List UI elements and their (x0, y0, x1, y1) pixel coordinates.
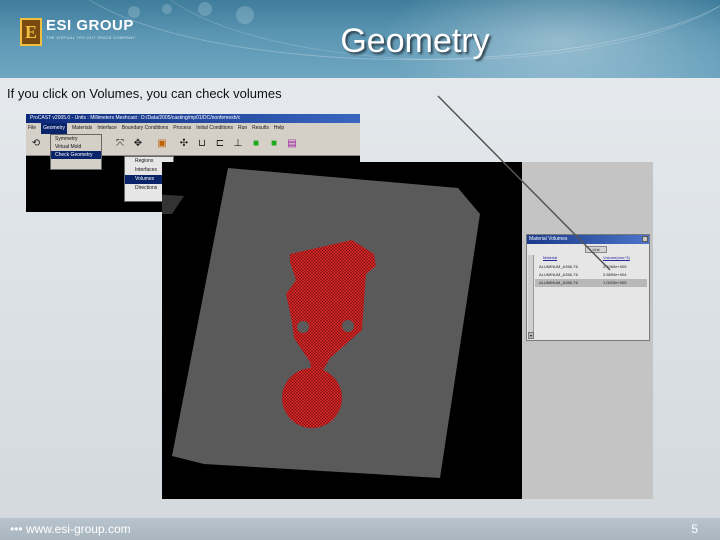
cell-volume: 1.0003e+005 (603, 280, 627, 285)
translate-icon[interactable]: ✣ (178, 138, 190, 150)
color-map-icon[interactable]: ▤ (286, 138, 298, 150)
menu-materials[interactable]: Materials (72, 123, 92, 134)
casting-hole (297, 321, 309, 333)
mold-shadow (162, 194, 184, 214)
unit-button[interactable]: Unit (585, 246, 607, 253)
app-menubar: File Geometry Materials Interface Bounda… (26, 123, 360, 134)
header-banner: E ESI GROUP THE VIRTUAL TRY-OUT SPACE CO… (0, 0, 720, 78)
footer-bar: ••• www.esi-group.com 5 (0, 518, 720, 540)
menu-process[interactable]: Process (173, 123, 191, 134)
instruction-text: If you click on Volumes, you can check v… (7, 86, 282, 101)
palette-icon[interactable]: ▣ (156, 138, 168, 150)
material-volumes-dialog: Material Volumes Unit Material Volume(mm… (526, 234, 650, 341)
scroll-down-icon[interactable]: ▾ (528, 332, 534, 339)
menu-file[interactable]: File (28, 123, 36, 134)
move-icon[interactable]: ✥ (132, 138, 144, 150)
menu-interface[interactable]: Interface (97, 123, 116, 134)
cell-volume: 2.1065e+005 (603, 264, 627, 269)
app-title-bar: ProCAST v2005.0 - Units : Millimeters Me… (26, 114, 360, 123)
menu-item-symmetry[interactable]: Symmetry (51, 135, 101, 143)
logo-tagline: THE VIRTUAL TRY-OUT SPACE COMPANY (46, 35, 136, 40)
menu-help[interactable]: Help (274, 123, 284, 134)
casting-hole (342, 320, 354, 332)
casting-mesh-sphere (282, 368, 342, 428)
menu-geometry[interactable]: Geometry (41, 123, 68, 134)
section-icon[interactable]: ⊏ (214, 138, 226, 150)
page-number: 5 (691, 522, 698, 536)
esi-logo[interactable]: E ESI GROUP THE VIRTUAL TRY-OUT SPACE CO… (20, 18, 135, 46)
menu-initial-conditions[interactable]: Initial Conditions (196, 123, 233, 134)
footer-url[interactable]: ••• www.esi-group.com (10, 522, 131, 536)
decorative-dot (236, 6, 254, 24)
menu-boundary-conditions[interactable]: Boundary Conditions (122, 123, 168, 134)
menu-item-virtual-mold[interactable]: Virtual Mold (51, 143, 101, 151)
clip-icon[interactable]: ⊔ (196, 138, 208, 150)
close-icon[interactable] (642, 236, 648, 242)
page-title: Geometry (340, 22, 490, 60)
vertical-scrollbar[interactable]: ▾ (528, 255, 534, 339)
cell-volume: 2.6893e+004 (603, 272, 627, 277)
column-header-volume: Volume(mm^3) (603, 255, 630, 260)
column-header-material: Material (543, 255, 558, 260)
solid-green-icon[interactable]: ■ (250, 138, 262, 150)
table-row-selected[interactable]: ALUMINUM_A356-T6 1.0003e+005 (535, 279, 647, 287)
rotate-icon[interactable]: ⟲ (30, 138, 42, 150)
cell-material: ALUMINUM_A356-T6 (539, 264, 578, 269)
solid-green-icon[interactable]: ■ (268, 138, 280, 150)
mesh-render (162, 168, 480, 478)
3d-viewport[interactable] (162, 162, 522, 499)
table-row[interactable]: ALUMINUM_A356-T6 2.6893e+004 (535, 271, 647, 279)
menu-results[interactable]: Results (252, 123, 269, 134)
menu-run[interactable]: Run (238, 123, 247, 134)
cell-material: ALUMINUM_A356-T6 (539, 272, 578, 277)
bullet-dots-icon: ••• (10, 522, 23, 536)
decorative-dot (162, 4, 172, 14)
esi-logo-icon: E (20, 18, 42, 46)
mesh-icon[interactable]: ⊥ (232, 138, 244, 150)
scale-icon[interactable]: ⤧ (114, 138, 126, 150)
dialog-title-bar: Material Volumes (527, 235, 649, 244)
table-row[interactable]: ALUMINUM_A356-T6 2.1065e+005 (535, 263, 647, 271)
dialog-title: Material Volumes (529, 236, 568, 242)
decorative-dot (198, 2, 212, 16)
cell-material: ALUMINUM_A356-T6 (539, 280, 578, 285)
menu-item-check-geometry[interactable]: Check Geometry (51, 151, 101, 159)
logo-name: ESI GROUP (46, 17, 134, 34)
geometry-menu-dropdown: Symmetry Virtual Mold Check Geometry (50, 134, 102, 170)
